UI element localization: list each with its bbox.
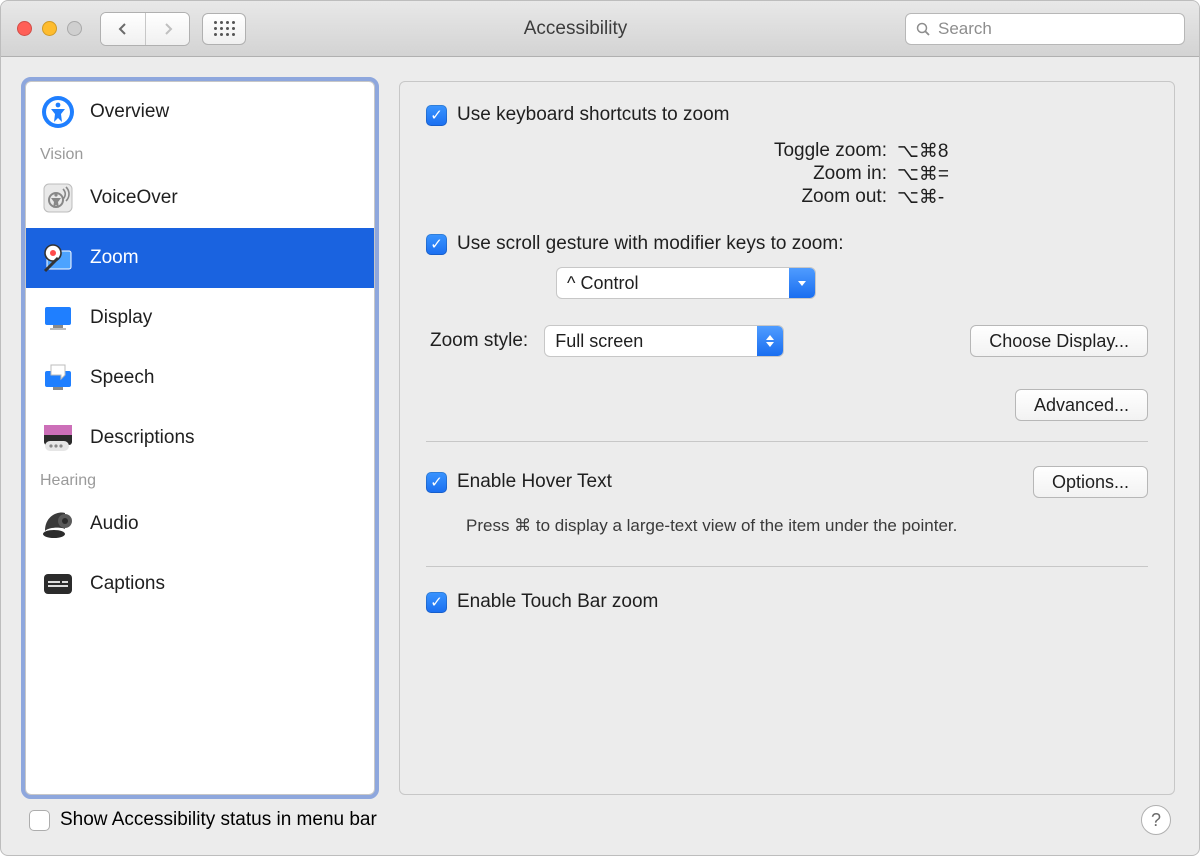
modifier-key-select[interactable]: ^ Control: [556, 267, 816, 299]
voiceover-icon: [40, 180, 76, 216]
search-field[interactable]: [905, 13, 1185, 45]
separator: [426, 441, 1148, 442]
choose-display-button[interactable]: Choose Display...: [970, 325, 1148, 357]
sidebar-item-overview[interactable]: Overview: [26, 82, 374, 142]
sidebar-item-label: Zoom: [90, 247, 139, 269]
check-icon: ✓: [430, 237, 443, 252]
sidebar: Overview Vision VoiceOver Zoom Displa: [25, 81, 375, 795]
use-scroll-gesture-label: Use scroll gesture with modifier keys to…: [457, 233, 843, 255]
check-icon: ✓: [430, 108, 443, 123]
audio-icon: [40, 506, 76, 542]
use-keyboard-shortcuts-row: ✓ Use keyboard shortcuts to zoom: [426, 104, 1148, 126]
zoom-out-label: Zoom out:: [727, 186, 887, 209]
toggle-zoom-keys: ⌥⌘8: [897, 140, 997, 163]
enable-hover-text-row: ✓ Enable Hover Text Options...: [426, 466, 1148, 498]
hover-hint-text: Press ⌘ to display a large-text view of …: [466, 516, 1148, 536]
sidebar-section-hearing: Hearing: [26, 468, 374, 494]
sidebar-item-audio[interactable]: Audio: [26, 494, 374, 554]
keyboard-shortcuts-list: Toggle zoom: ⌥⌘8 Zoom in: ⌥⌘= Zoom out: ⌥⌘-: [576, 140, 1148, 209]
sidebar-item-label: Speech: [90, 367, 154, 389]
sidebar-item-label: Descriptions: [90, 427, 195, 449]
enable-hover-text-label: Enable Hover Text: [457, 471, 612, 493]
grid-icon: [214, 21, 235, 36]
captions-icon: [40, 566, 76, 602]
sidebar-item-descriptions[interactable]: Descriptions: [26, 408, 374, 468]
close-window-button[interactable]: [17, 21, 32, 36]
sidebar-item-label: Overview: [90, 101, 169, 123]
zoom-in-keys: ⌥⌘=: [897, 163, 997, 186]
enable-hover-text-checkbox[interactable]: ✓: [426, 472, 447, 493]
use-scroll-gesture-row: ✓ Use scroll gesture with modifier keys …: [426, 233, 1148, 255]
traffic-lights: [17, 21, 82, 36]
help-icon: ?: [1151, 810, 1161, 831]
titlebar: Accessibility: [1, 1, 1199, 57]
minimize-window-button[interactable]: [42, 21, 57, 36]
chevron-right-icon: [162, 23, 174, 35]
sidebar-item-captions[interactable]: Captions: [26, 554, 374, 614]
use-keyboard-shortcuts-label: Use keyboard shortcuts to zoom: [457, 104, 729, 126]
dropdown-arrow-icon: [789, 268, 815, 298]
sidebar-item-voiceover[interactable]: VoiceOver: [26, 168, 374, 228]
use-keyboard-shortcuts-checkbox[interactable]: ✓: [426, 105, 447, 126]
zoom-out-keys: ⌥⌘-: [897, 186, 997, 209]
forward-button[interactable]: [145, 13, 189, 45]
sidebar-item-zoom[interactable]: Zoom: [26, 228, 374, 288]
zoom-in-label: Zoom in:: [727, 163, 887, 186]
search-input[interactable]: [938, 19, 1174, 39]
hover-options-button[interactable]: Options...: [1033, 466, 1148, 498]
overview-icon: [40, 94, 76, 130]
enable-touch-bar-zoom-checkbox[interactable]: ✓: [426, 592, 447, 613]
separator: [426, 566, 1148, 567]
stepper-arrows-icon: [757, 326, 783, 356]
descriptions-icon: [40, 420, 76, 456]
show-status-checkbox[interactable]: [29, 810, 50, 831]
show-status-label: Show Accessibility status in menu bar: [60, 809, 377, 831]
sidebar-item-speech[interactable]: Speech: [26, 348, 374, 408]
speech-icon: [40, 360, 76, 396]
zoom-icon: [40, 240, 76, 276]
zoom-style-label: Zoom style:: [430, 330, 528, 352]
main-panel: ✓ Use keyboard shortcuts to zoom Toggle …: [399, 81, 1175, 795]
sidebar-item-label: Audio: [90, 513, 139, 535]
footer: Show Accessibility status in menu bar ?: [1, 805, 1199, 855]
back-button[interactable]: [101, 13, 145, 45]
zoom-style-value: Full screen: [545, 331, 757, 352]
accessibility-window: Accessibility Overview Vision VoiceOver: [0, 0, 1200, 856]
search-icon: [916, 22, 930, 36]
sidebar-item-display[interactable]: Display: [26, 288, 374, 348]
check-icon: ✓: [430, 475, 443, 490]
sidebar-item-label: Captions: [90, 573, 165, 595]
toggle-zoom-label: Toggle zoom:: [727, 140, 887, 163]
content-area: Overview Vision VoiceOver Zoom Displa: [1, 57, 1199, 805]
sidebar-item-label: Display: [90, 307, 152, 329]
check-icon: ✓: [430, 595, 443, 610]
show-all-button[interactable]: [202, 13, 246, 45]
use-scroll-gesture-checkbox[interactable]: ✓: [426, 234, 447, 255]
advanced-button[interactable]: Advanced...: [1015, 389, 1148, 421]
show-status-row: Show Accessibility status in menu bar: [29, 809, 377, 831]
enable-touch-bar-zoom-label: Enable Touch Bar zoom: [457, 591, 658, 613]
chevron-left-icon: [117, 23, 129, 35]
enable-touch-bar-zoom-row: ✓ Enable Touch Bar zoom: [426, 591, 1148, 613]
zoom-style-select[interactable]: Full screen: [544, 325, 784, 357]
nav-buttons: [100, 12, 190, 46]
sidebar-item-label: VoiceOver: [90, 187, 178, 209]
modifier-key-value: ^ Control: [557, 273, 789, 294]
window-title: Accessibility: [258, 18, 893, 40]
maximize-window-button[interactable]: [67, 21, 82, 36]
help-button[interactable]: ?: [1141, 805, 1171, 835]
display-icon: [40, 300, 76, 336]
sidebar-section-vision: Vision: [26, 142, 374, 168]
